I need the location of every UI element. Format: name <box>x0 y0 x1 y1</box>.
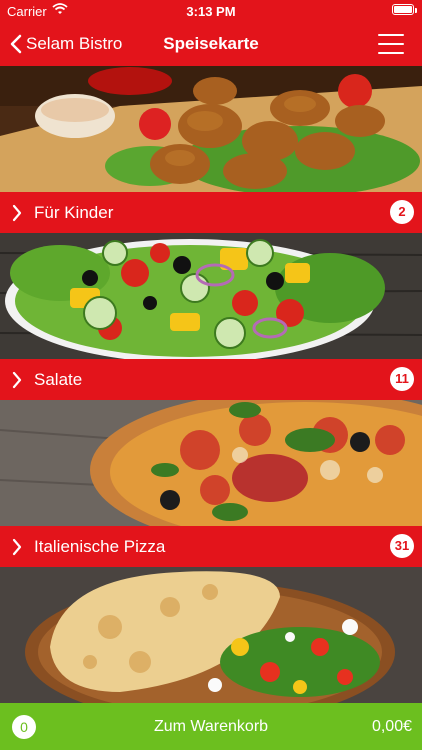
chevron-right-icon <box>12 371 22 389</box>
category-count-badge: 11 <box>390 367 414 391</box>
clock: 3:13 PM <box>186 4 236 19</box>
category-count-badge: 31 <box>390 534 414 558</box>
pizza-image <box>0 400 422 526</box>
battery-tip <box>415 8 417 13</box>
page-title: Speisekarte <box>163 34 259 53</box>
category-kids[interactable]: Für Kinder 2 <box>0 66 422 233</box>
kids-food-image <box>0 66 422 192</box>
cart-label: Zum Warenkorb <box>153 718 269 735</box>
menu-line <box>378 34 404 36</box>
calzone-image <box>0 567 422 703</box>
chevron-right-icon <box>12 538 22 556</box>
nav-bar: Selam Bistro Speisekarte <box>0 22 422 66</box>
menu-line <box>378 52 404 54</box>
cart-button[interactable]: 0 Zum Warenkorb 0,00€ <box>0 703 422 750</box>
battery-icon <box>392 4 414 15</box>
category-salads[interactable]: Salate 11 <box>0 233 422 400</box>
menu-line <box>378 43 404 45</box>
hamburger-menu-icon[interactable] <box>378 34 404 54</box>
salad-image <box>0 233 422 359</box>
chevron-right-icon <box>12 204 22 222</box>
category-label: Für Kinder <box>34 203 114 222</box>
category-label: Salate <box>34 370 83 389</box>
category-calzone[interactable] <box>0 567 422 703</box>
category-label: Italienische Pizza <box>34 537 166 556</box>
status-bar: Carrier 3:13 PM <box>0 0 422 22</box>
category-bar: Italienische Pizza 31 <box>0 526 422 567</box>
category-count-badge: 2 <box>390 200 414 224</box>
cart-total: 0,00€ <box>371 718 412 735</box>
category-bar: Für Kinder 2 <box>0 192 422 233</box>
category-bar: Salate 11 <box>0 359 422 400</box>
category-pizza[interactable]: Italienische Pizza 31 <box>0 400 422 567</box>
